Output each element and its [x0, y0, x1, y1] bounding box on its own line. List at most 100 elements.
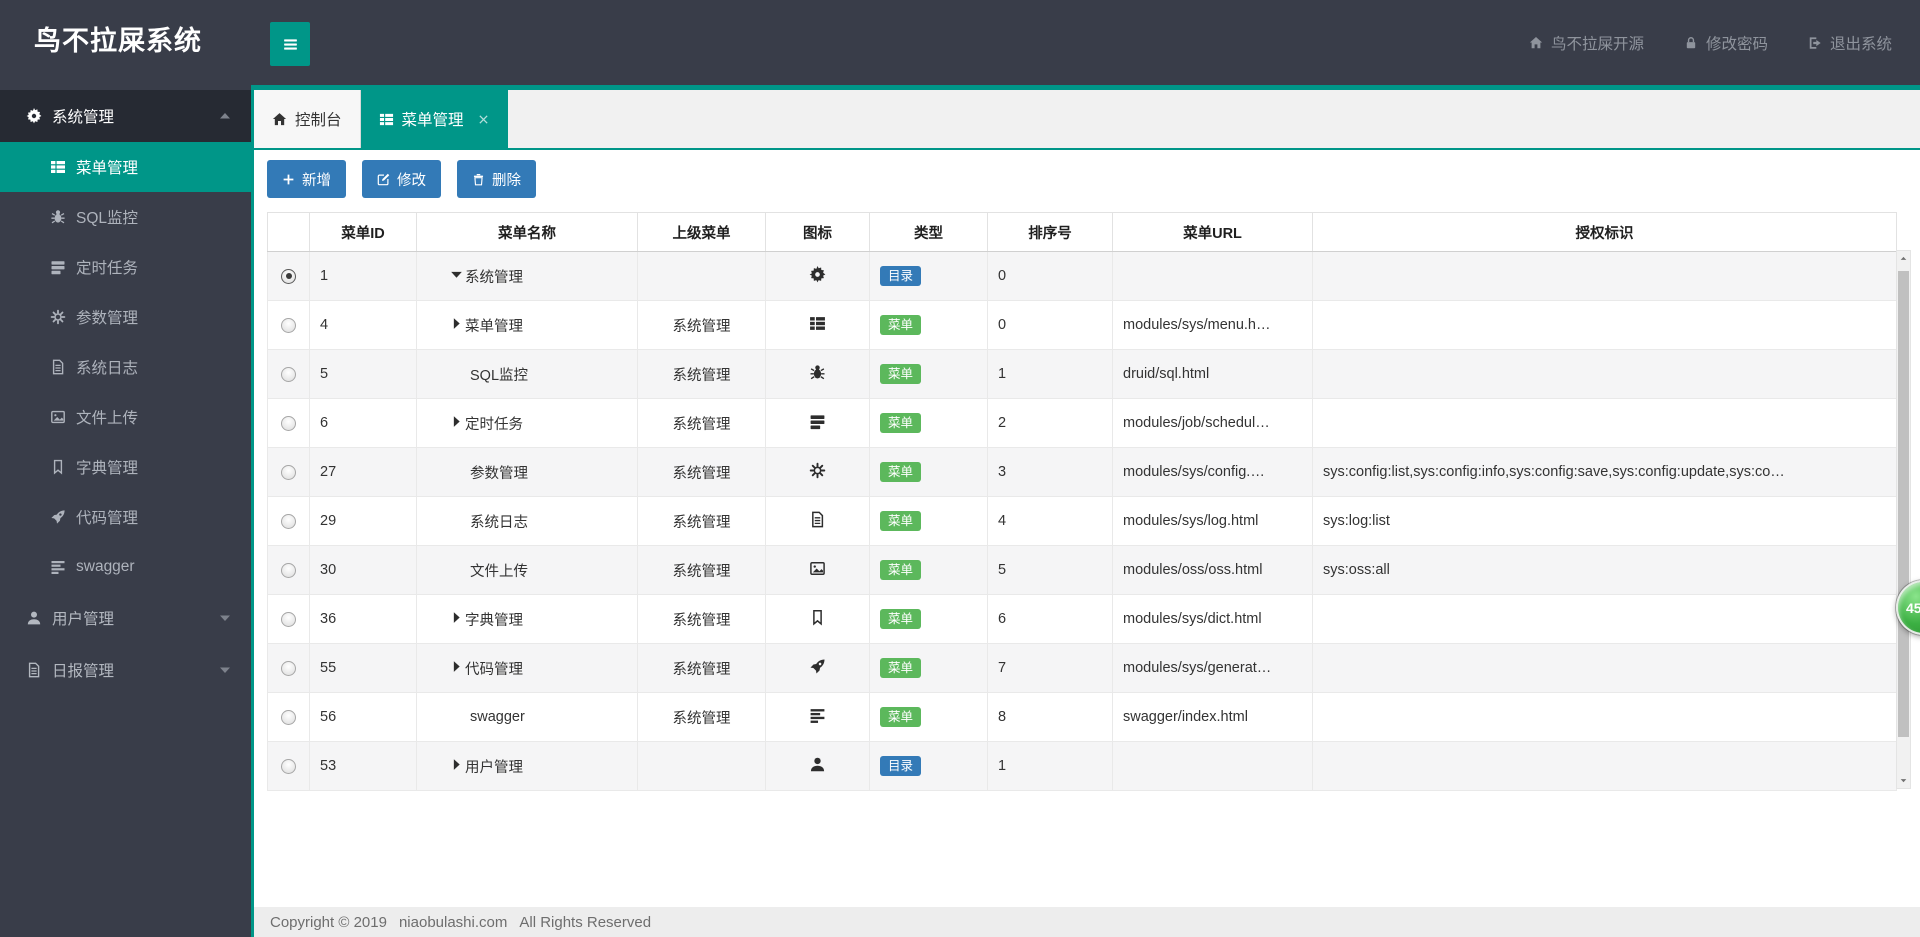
row-select-radio[interactable]	[281, 415, 296, 431]
sidebar-item-job[interactable]: 定时任务	[0, 242, 251, 292]
tree-caret-right-icon[interactable]	[448, 609, 465, 626]
sidebar-item-swagger[interactable]: swagger	[0, 542, 251, 592]
menu-name-label: 文件上传	[470, 563, 528, 580]
rocket-icon	[50, 509, 66, 525]
menu-name-cell: 代码管理	[416, 643, 638, 693]
scroll-down-icon[interactable]	[1897, 773, 1910, 788]
radio-cell	[267, 643, 310, 693]
menu-list-icon	[50, 159, 66, 175]
type-badge: 菜单	[880, 608, 922, 630]
edit-button[interactable]: 修改	[362, 160, 441, 198]
row-select-radio[interactable]	[281, 611, 296, 627]
tree-caret-right-icon[interactable]	[448, 756, 465, 773]
type-cell: 菜单	[869, 300, 988, 350]
add-button[interactable]: 新增	[267, 160, 346, 198]
radio-cell	[267, 741, 310, 791]
sidebar-item-config[interactable]: 参数管理	[0, 292, 251, 342]
sidebar-item-generator[interactable]: 代码管理	[0, 492, 251, 542]
menu-name-label: 菜单管理	[465, 318, 523, 335]
footer: Copyright © 2019 niaobulashi.com All Rig…	[254, 907, 1920, 937]
order-cell: 0	[987, 251, 1113, 301]
button-label: 删除	[492, 172, 521, 189]
table-row[interactable]: 6 定时任务 系统管理 菜单 2 modules/job/schedul…	[267, 398, 1897, 448]
header-link-label: 修改密码	[1705, 35, 1768, 53]
home-icon	[1529, 36, 1543, 50]
delete-button[interactable]: 删除	[457, 160, 536, 198]
column-header: 菜单名称	[416, 212, 638, 252]
radio-cell	[267, 447, 310, 497]
table-row[interactable]: 55 代码管理 系统管理 菜单 7 modules/sys/generat…	[267, 643, 1897, 693]
lock-icon	[1684, 36, 1698, 50]
row-select-radio[interactable]	[281, 464, 296, 480]
row-select-radio[interactable]	[281, 317, 296, 333]
radio-cell	[267, 349, 310, 399]
scroll-up-icon[interactable]	[1897, 251, 1910, 266]
sidebar-group-report[interactable]: 日报管理	[0, 644, 251, 696]
table-row[interactable]: 29 系统日志 系统管理 菜单 4 modules/sys/log.html sys:log…	[267, 496, 1897, 546]
table-row[interactable]: 30 文件上传 系统管理 菜单 5 modules/oss/oss.html sys:oss…	[267, 545, 1897, 595]
caret-down-icon	[217, 610, 233, 626]
row-select-radio[interactable]	[281, 366, 296, 382]
table-row[interactable]: 4 菜单管理 系统管理 菜单 0 modules/sys/menu.h…	[267, 300, 1897, 350]
table-row[interactable]: 5 SQL监控 系统管理 菜单 1 druid/sql.html	[267, 349, 1897, 399]
perm-cell	[1312, 741, 1897, 791]
order-cell: 2	[987, 398, 1113, 448]
tree-caret-right-icon[interactable]	[448, 658, 465, 675]
menu-name-cell: 文件上传	[416, 545, 638, 595]
header-link-logout[interactable]: 退出系统	[1808, 32, 1892, 54]
caret-up-icon	[1899, 254, 1908, 263]
table-row[interactable]: 27 参数管理 系统管理 菜单 3 modules/sys/config.… sys:con…	[267, 447, 1897, 497]
rocket-icon	[809, 658, 826, 675]
tasks-icon	[50, 259, 66, 275]
sidebar-item-sql[interactable]: SQL监控	[0, 192, 251, 242]
perm-cell	[1312, 251, 1897, 301]
menu-name-cell: SQL监控	[416, 349, 638, 399]
scrollbar-thumb[interactable]	[1898, 271, 1909, 737]
row-select-radio[interactable]	[281, 660, 296, 676]
tab-close-icon[interactable]	[477, 113, 490, 126]
menu-id-cell: 36	[309, 594, 417, 644]
sidebar-toggle-button[interactable]	[270, 22, 310, 66]
tab-menu[interactable]: 菜单管理	[360, 90, 508, 148]
sidebar-item-label: 系统日志	[76, 360, 139, 377]
order-cell: 1	[987, 741, 1113, 791]
header-link-change-password[interactable]: 修改密码	[1684, 32, 1768, 54]
sidebar-group-user[interactable]: 用户管理	[0, 592, 251, 644]
sidebar-item-dict[interactable]: 字典管理	[0, 442, 251, 492]
row-select-radio[interactable]	[281, 758, 296, 774]
tree-caret-down-icon[interactable]	[448, 266, 465, 283]
table-row[interactable]: 56 swagger 系统管理 菜单 8 swagger/index.html	[267, 692, 1897, 742]
sidebar-group-system[interactable]: 系统管理	[0, 90, 251, 142]
sidebar-item-label: 菜单管理	[76, 160, 139, 177]
menu-id-cell: 4	[309, 300, 417, 350]
sidebar-group-label: 系统管理	[52, 109, 115, 126]
tab-console[interactable]: 控制台	[254, 90, 361, 148]
perm-cell	[1312, 349, 1897, 399]
row-select-radio[interactable]	[281, 268, 296, 284]
table-scrollbar[interactable]	[1896, 250, 1911, 789]
main-content: 控制台 菜单管理 新增 修改 删除 菜单ID 菜单名称 上级菜单 图标 类型 排序号 菜单URL 授…	[251, 85, 1920, 937]
file-text-icon	[26, 662, 42, 678]
header-links: 鸟不拉屎开源 修改密码 退出系统	[1529, 0, 1892, 85]
row-select-radio[interactable]	[281, 513, 296, 529]
tree-caret-right-icon[interactable]	[448, 315, 465, 332]
row-select-radio[interactable]	[281, 709, 296, 725]
menu-name-label: swagger	[470, 709, 525, 725]
header-link-opensource[interactable]: 鸟不拉屎开源	[1529, 32, 1644, 54]
tree-caret-right-icon[interactable]	[448, 413, 465, 430]
sidebar-item-menu[interactable]: 菜单管理	[0, 142, 251, 192]
menu-name-cell: 字典管理	[416, 594, 638, 644]
table-row[interactable]: 1 系统管理 目录 0	[267, 251, 1897, 301]
sidebar-item-log[interactable]: 系统日志	[0, 342, 251, 392]
table-row[interactable]: 53 用户管理 目录 1	[267, 741, 1897, 791]
table-row[interactable]: 36 字典管理 系统管理 菜单 6 modules/sys/dict.html	[267, 594, 1897, 644]
row-select-radio[interactable]	[281, 562, 296, 578]
caret-down-icon	[217, 662, 233, 678]
sidebar-item-oss[interactable]: 文件上传	[0, 392, 251, 442]
menu-id-cell: 53	[309, 741, 417, 791]
tab-label: 控制台	[295, 112, 342, 129]
type-cell: 菜单	[869, 692, 988, 742]
parent-menu-cell: 系统管理	[637, 496, 766, 546]
menu-list-icon	[379, 112, 394, 127]
menu-table-wrap: 菜单ID 菜单名称 上级菜单 图标 类型 排序号 菜单URL 授权标识 1 系统管理 目录 0 4 菜单…	[267, 212, 1911, 791]
